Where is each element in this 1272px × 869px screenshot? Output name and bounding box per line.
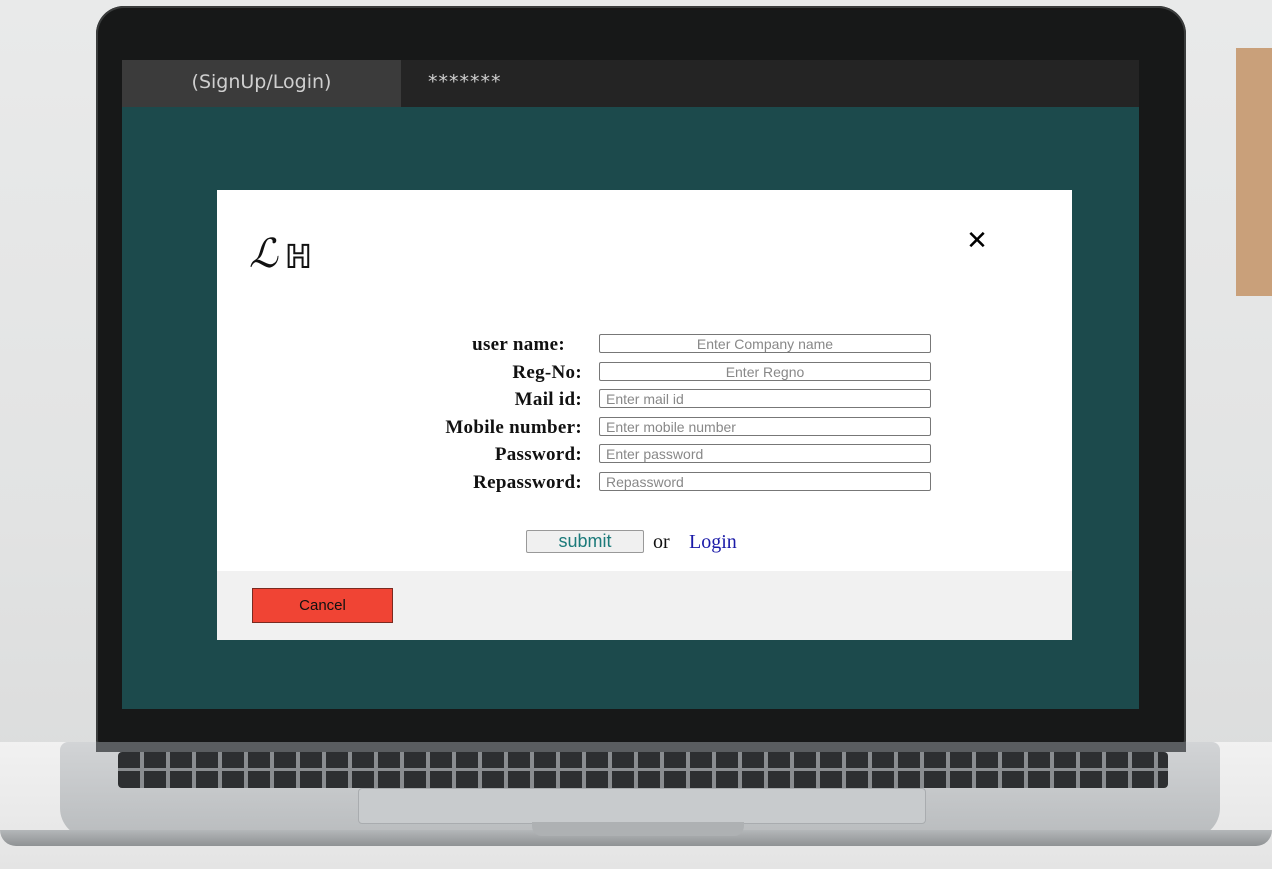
regno-input[interactable]: [599, 362, 931, 381]
submit-button[interactable]: submit: [526, 530, 644, 553]
login-link[interactable]: Login: [689, 530, 737, 554]
mail-input[interactable]: [599, 389, 931, 408]
form-row-username: user name:: [217, 334, 1072, 356]
submit-line: submit or Login: [217, 530, 1072, 556]
logo-letter-l: ℒ: [249, 231, 278, 276]
password-input[interactable]: [599, 444, 931, 463]
form-row-password: Password:: [217, 444, 1072, 466]
tab-bar: (SignUp/Login) *******: [122, 60, 1139, 107]
tab-signup-login[interactable]: (SignUp/Login): [122, 60, 401, 107]
laptop-notch: [532, 822, 744, 836]
or-text: or: [653, 531, 670, 553]
modal-footer: Cancel: [217, 571, 1072, 640]
logo-letter-h: H: [285, 239, 312, 276]
mobile-label: Mobile number:: [445, 417, 582, 438]
tab-hidden[interactable]: *******: [428, 60, 568, 107]
laptop-screen: (SignUp/Login) ******* ℒH ✕ user name: R…: [122, 60, 1139, 709]
username-label: user name:: [472, 334, 565, 355]
form-row-mobile: Mobile number:: [217, 417, 1072, 439]
keyboard: [118, 752, 1168, 788]
trackpad: [358, 788, 926, 824]
signup-modal: ℒH ✕ user name: Reg-No: Mail id: Mobile …: [217, 190, 1072, 640]
password-label: Password:: [494, 444, 582, 465]
laptop-hinge: [96, 742, 1186, 752]
form-row-mail: Mail id:: [217, 389, 1072, 411]
logo: ℒH: [249, 230, 312, 276]
form-row-regno: Reg-No:: [217, 362, 1072, 384]
close-icon[interactable]: ✕: [962, 228, 992, 258]
regno-label: Reg-No:: [512, 362, 582, 383]
mobile-input[interactable]: [599, 417, 931, 436]
form-row-repassword: Repassword:: [217, 472, 1072, 494]
cancel-button[interactable]: Cancel: [252, 588, 393, 623]
wall-decoration: [1236, 48, 1272, 296]
repassword-label: Repassword:: [473, 472, 582, 493]
repassword-input[interactable]: [599, 472, 931, 491]
username-input[interactable]: [599, 334, 931, 353]
mail-label: Mail id:: [514, 389, 582, 410]
